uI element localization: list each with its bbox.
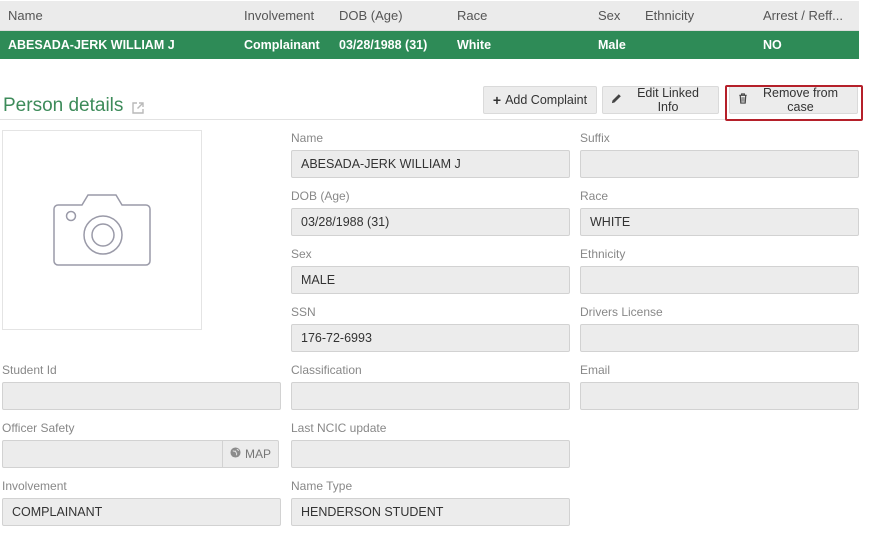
map-label: MAP [244, 447, 271, 461]
involvement-field[interactable]: COMPLAINANT [2, 498, 281, 526]
col-header-sex[interactable]: Sex [598, 1, 638, 31]
last-ncic-label: Last NCIC update [291, 421, 387, 435]
camera-icon [52, 189, 152, 272]
email-field[interactable] [580, 382, 859, 410]
row-sex: Male [598, 38, 626, 52]
race-field[interactable]: WHITE [580, 208, 859, 236]
ssn-label: SSN [291, 305, 316, 319]
sex-label: Sex [291, 247, 312, 261]
table-row[interactable]: ABESADA-JERK WILLIAM J Complainant 03/28… [0, 31, 859, 59]
last-ncic-field[interactable] [291, 440, 570, 468]
name-field[interactable]: ABESADA-JERK WILLIAM J [291, 150, 570, 178]
row-dob: 03/28/1988 (31) [339, 38, 428, 52]
officer-safety-label: Officer Safety [2, 421, 75, 435]
name-type-label: Name Type [291, 479, 353, 493]
officer-safety-field[interactable] [2, 440, 223, 468]
col-header-involvement[interactable]: Involvement [244, 1, 334, 31]
remove-from-case-button[interactable]: Remove from case [729, 86, 858, 114]
row-name: ABESADA-JERK WILLIAM J [8, 38, 175, 52]
section-divider [0, 119, 859, 120]
table-header: Name Involvement DOB (Age) Race Sex Ethn… [0, 1, 859, 31]
edit-linked-info-button[interactable]: Edit Linked Info [602, 86, 719, 114]
name-label: Name [291, 131, 324, 145]
ethnicity-field[interactable] [580, 266, 859, 294]
classification-field[interactable] [291, 382, 570, 410]
dob-field[interactable]: 03/28/1988 (31) [291, 208, 570, 236]
email-label: Email [580, 363, 611, 377]
pencil-icon [611, 93, 622, 107]
persons-table: Name Involvement DOB (Age) Race Sex Ethn… [0, 1, 859, 59]
section-title: Person details [3, 95, 145, 117]
suffix-field[interactable] [580, 150, 859, 178]
student-id-label: Student Id [2, 363, 57, 377]
globe-icon [230, 447, 241, 461]
name-type-field[interactable]: HENDERSON STUDENT [291, 498, 570, 526]
col-header-arrest[interactable]: Arrest / Reff... [763, 1, 851, 31]
plus-icon: + [492, 92, 502, 108]
dob-label: DOB (Age) [291, 189, 350, 203]
person-photo[interactable] [2, 130, 202, 330]
race-label: Race [580, 189, 609, 203]
map-button[interactable]: MAP [222, 440, 279, 468]
col-header-race[interactable]: Race [457, 1, 587, 31]
trash-icon [738, 93, 748, 107]
col-header-name[interactable]: Name [8, 1, 228, 31]
drivers-license-field[interactable] [580, 324, 859, 352]
col-header-ethnicity[interactable]: Ethnicity [645, 1, 755, 31]
row-involvement: Complainant [244, 38, 320, 52]
drivers-license-label: Drivers License [580, 305, 663, 319]
page-title: Person details [3, 95, 124, 116]
involvement-label: Involvement [2, 479, 67, 493]
sex-field[interactable]: MALE [291, 266, 570, 294]
student-id-field[interactable] [2, 382, 281, 410]
ssn-field[interactable]: 176-72-6993 [291, 324, 570, 352]
row-arrest: NO [763, 38, 782, 52]
external-link-icon[interactable] [131, 99, 145, 114]
ethnicity-label: Ethnicity [580, 247, 626, 261]
row-race: White [457, 38, 492, 52]
col-header-dob[interactable]: DOB (Age) [339, 1, 449, 31]
classification-label: Classification [291, 363, 362, 377]
add-complaint-button[interactable]: + Add Complaint [483, 86, 597, 114]
suffix-label: Suffix [580, 131, 610, 145]
